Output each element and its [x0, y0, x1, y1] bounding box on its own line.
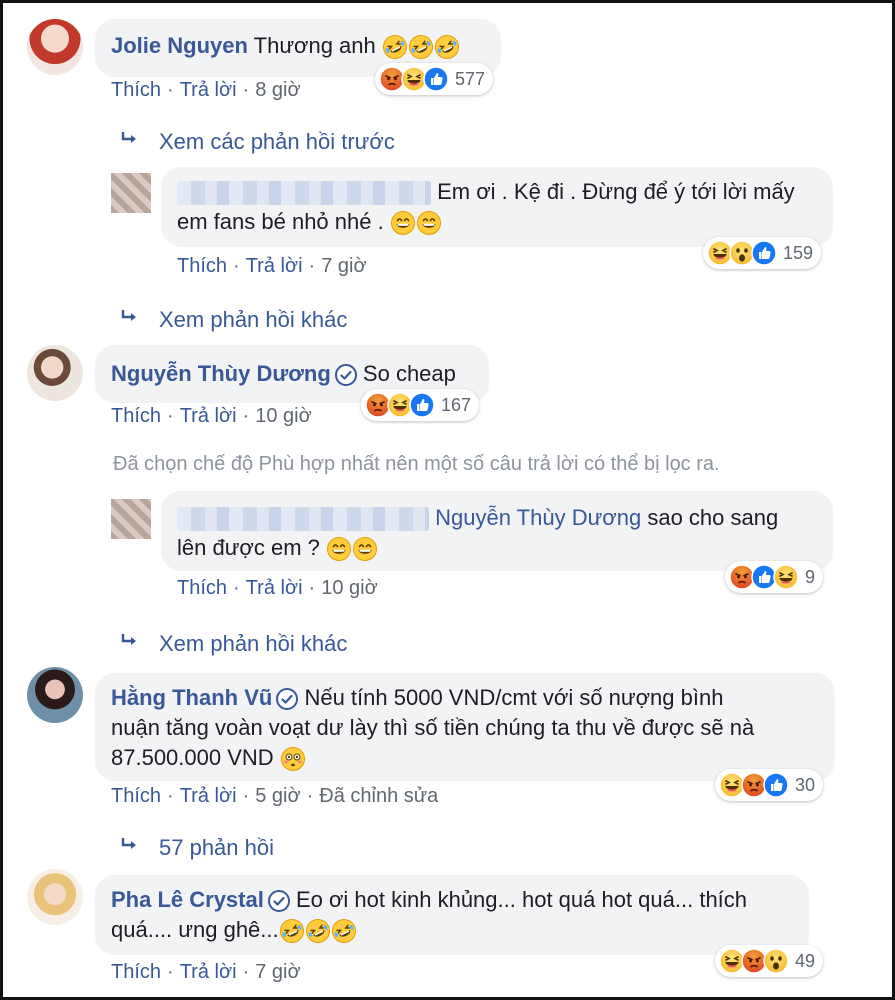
verified-badge-icon	[335, 364, 357, 386]
replies-count-link[interactable]: 57 phản hồi	[119, 833, 274, 861]
timestamp[interactable]: 8 giờ	[255, 79, 300, 101]
reaction-count: 577	[455, 68, 486, 89]
reply-actions: Thích · Trả lời · 7 giờ	[177, 255, 367, 277]
laugh-reaction-icon	[773, 564, 799, 590]
reaction-summary[interactable]: 49	[715, 945, 824, 977]
comment-text-line2: nuận tăng voàn voạt dư lày thì số tiền c…	[111, 715, 755, 740]
verified-badge-icon	[276, 688, 298, 710]
commenter-name[interactable]: Nguyễn Thùy Dương	[111, 361, 331, 386]
like-link[interactable]: Thích	[177, 577, 227, 599]
timestamp[interactable]: 10 giờ	[255, 405, 311, 427]
like-reaction-icon	[751, 240, 777, 266]
rofl-emoji-icon	[279, 918, 305, 944]
reaction-count: 167	[441, 394, 472, 415]
avatar[interactable]	[27, 19, 83, 75]
commenter-name[interactable]: Pha Lê Crystal	[111, 887, 264, 912]
comment-text-line2: quá.... ưng ghê...	[111, 917, 279, 942]
avatar[interactable]	[27, 667, 83, 723]
flushed-emoji-icon	[280, 746, 306, 772]
view-more-label: Xem phản hồi khác	[159, 307, 348, 332]
reaction-count: 9	[805, 566, 816, 587]
rofl-emoji-icon	[434, 34, 460, 60]
comment-text-line3: 87.500.000 VND	[111, 745, 274, 770]
reply-bubble: Em ơi . Kệ đi . Đừng để ý tới lời mấy em…	[161, 167, 833, 247]
rofl-emoji-icon	[331, 918, 357, 944]
timestamp[interactable]: 10 giờ	[321, 577, 377, 599]
reply-arrow-icon	[119, 833, 141, 855]
like-link[interactable]: Thích	[111, 79, 161, 101]
avatar[interactable]	[111, 499, 151, 539]
comment-text: So cheap	[362, 361, 456, 386]
timestamp[interactable]: 7 giờ	[321, 255, 366, 277]
grin-emoji-icon	[326, 536, 352, 562]
reaction-summary[interactable]: 167	[361, 389, 480, 421]
view-more-replies[interactable]: Xem phản hồi khác	[119, 305, 347, 333]
avatar[interactable]	[27, 345, 83, 401]
comment-actions: Thích · Trả lời · 5 giờ · Đã chỉnh sửa	[111, 785, 439, 807]
commenter-name[interactable]: Hằng Thanh Vũ	[111, 685, 272, 710]
reply-text-line2: em fans bé nhỏ nhé .	[177, 209, 384, 234]
view-more-label: Xem phản hồi khác	[159, 631, 348, 656]
grin-emoji-icon	[416, 210, 442, 236]
verified-badge-icon	[268, 890, 290, 912]
view-previous-label: Xem các phản hồi trước	[159, 129, 395, 154]
reply-text-line1: sao cho sang	[647, 505, 779, 530]
mention-link[interactable]: Nguyễn Thùy Dương	[435, 505, 641, 530]
filter-notice: Đã chọn chế độ Phù hợp nhất nên một số c…	[113, 453, 720, 475]
reply-link[interactable]: Trả lời	[180, 79, 237, 101]
reply-link[interactable]: Trả lời	[180, 405, 237, 427]
like-link[interactable]: Thích	[111, 785, 161, 807]
reply-link[interactable]: Trả lời	[246, 255, 303, 277]
wow-reaction-icon	[763, 948, 789, 974]
reply-bubble: Nguyễn Thùy Dương sao cho sang lên được …	[161, 491, 833, 571]
reply-arrow-icon	[119, 629, 141, 651]
reply-link[interactable]: Trả lời	[180, 785, 237, 807]
comment-actions: Thích · Trả lời · 8 giờ	[111, 79, 301, 101]
reply-link[interactable]: Trả lời	[180, 961, 237, 983]
reaction-count: 159	[783, 242, 814, 263]
timestamp[interactable]: 5 giờ	[255, 785, 300, 807]
replies-count-label: 57 phản hồi	[159, 835, 274, 860]
like-reaction-icon	[763, 772, 789, 798]
reply-actions: Thích · Trả lời · 10 giờ	[177, 577, 378, 599]
commenter-name[interactable]: Jolie Nguyen	[111, 33, 248, 58]
blurred-name	[177, 181, 431, 206]
comment-actions: Thích · Trả lời · 7 giờ	[111, 961, 301, 983]
view-more-replies[interactable]: Xem phản hồi khác	[119, 629, 347, 657]
like-reaction-icon	[409, 392, 435, 418]
avatar[interactable]	[27, 869, 83, 925]
timestamp[interactable]: 7 giờ	[255, 961, 300, 983]
reply-text-line1: Em ơi . Kệ đi . Đừng để ý tới lời mấy	[437, 179, 795, 204]
comment-text-line1: Eo ơi hot kinh khủng... hot quá hot quá.…	[295, 887, 748, 912]
like-link[interactable]: Thích	[111, 405, 161, 427]
reaction-summary[interactable]: 577	[375, 63, 494, 95]
grin-emoji-icon	[352, 536, 378, 562]
reaction-count: 30	[795, 774, 816, 795]
reaction-summary[interactable]: 30	[715, 769, 824, 801]
like-link[interactable]: Thích	[111, 961, 161, 983]
screenshot-frame: Jolie Nguyen Thương anh 577 Thích · Trả lờ…	[0, 0, 895, 1000]
comment-text-line1: Nếu tính 5000 VND/cmt với số nượng bình	[304, 685, 724, 710]
grin-emoji-icon	[390, 210, 416, 236]
reply-arrow-icon	[119, 305, 141, 327]
rofl-emoji-icon	[305, 918, 331, 944]
reaction-summary[interactable]: 159	[703, 237, 822, 269]
comment-bubble: Pha Lê Crystal Eo ơi hot kinh khủng... h…	[95, 875, 809, 955]
reply-link[interactable]: Trả lời	[246, 577, 303, 599]
rofl-emoji-icon	[408, 34, 434, 60]
reaction-count: 49	[795, 950, 816, 971]
like-link[interactable]: Thích	[177, 255, 227, 277]
view-previous-replies[interactable]: Xem các phản hồi trước	[119, 127, 395, 155]
reply-arrow-icon	[119, 127, 141, 149]
blurred-name	[177, 507, 429, 532]
comment-actions: Thích · Trả lời · 10 giờ	[111, 405, 312, 427]
avatar[interactable]	[111, 173, 151, 213]
reaction-summary[interactable]: 9	[725, 561, 824, 593]
reply-text-line2: lên được em ?	[177, 535, 320, 560]
like-reaction-icon	[423, 66, 449, 92]
rofl-emoji-icon	[382, 34, 408, 60]
comment-text: Thương anh	[253, 33, 376, 58]
edited-label[interactable]: Đã chỉnh sửa	[319, 785, 438, 807]
comment-bubble: Hằng Thanh Vũ Nếu tính 5000 VND/cmt với …	[95, 673, 835, 781]
